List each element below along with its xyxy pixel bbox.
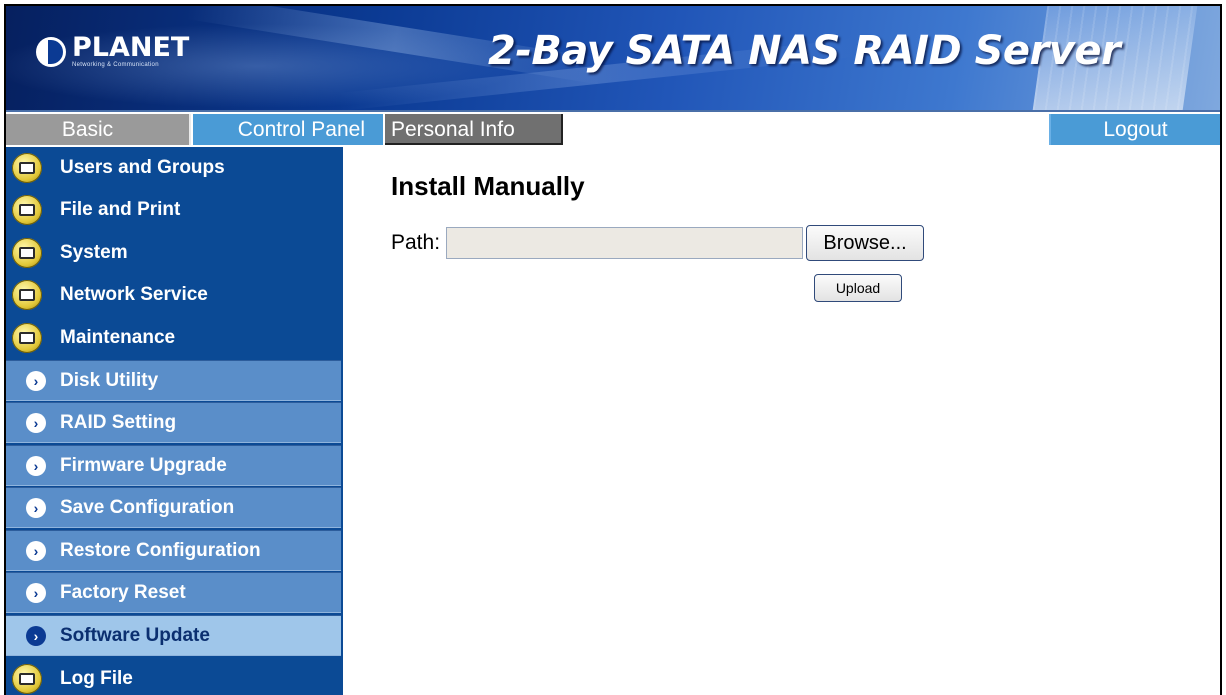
- chevron-right-icon: ›: [26, 455, 46, 476]
- logout-button[interactable]: Logout: [1049, 114, 1220, 145]
- sidebar-item-label: RAID Setting: [60, 411, 177, 433]
- sidebar-item-log-file[interactable]: Log File: [6, 658, 341, 695]
- sidebar-item-label: Save Configuration: [60, 496, 235, 518]
- sidebar-item-label: Factory Reset: [60, 581, 186, 603]
- sidebar-item-network-service[interactable]: Network Service: [6, 274, 341, 315]
- path-row: Path: Browse...: [391, 225, 925, 261]
- browse-button[interactable]: Browse...: [806, 225, 925, 261]
- sidebar-item-disk-utility[interactable]: › Disk Utility: [6, 360, 341, 401]
- top-tab-bar: Basic Control Panel Personal Info Logout: [6, 110, 1220, 145]
- sidebar-item-label: Network Service: [60, 283, 208, 305]
- sidebar-item-restore-configuration[interactable]: › Restore Configuration: [6, 530, 341, 571]
- sidebar-item-label: File and Print: [60, 198, 181, 220]
- sidebar-item-label: Maintenance: [60, 326, 176, 348]
- sidebar-item-firmware-upgrade[interactable]: › Firmware Upgrade: [6, 445, 341, 486]
- path-label: Path:: [391, 231, 441, 254]
- sidebar-item-save-configuration[interactable]: › Save Configuration: [6, 487, 341, 528]
- sidebar-item-label: Disk Utility: [60, 369, 159, 391]
- tab-basic[interactable]: Basic: [6, 114, 191, 145]
- folder-icon: [12, 663, 42, 694]
- folder-icon: [12, 194, 42, 225]
- chevron-right-icon: ›: [26, 370, 46, 391]
- logo-name: PLANET: [72, 32, 190, 63]
- sidebar-item-file-and-print[interactable]: File and Print: [6, 189, 341, 230]
- sidebar-item-users-and-groups[interactable]: Users and Groups: [6, 147, 341, 188]
- planet-logo-icon: [36, 36, 66, 67]
- sidebar-menu: Users and Groups File and Print System N…: [6, 147, 343, 695]
- sidebar-item-raid-setting[interactable]: › RAID Setting: [6, 402, 341, 443]
- main-content: Install Manually Path: Browse... Upload: [391, 171, 925, 302]
- sidebar-item-label: Users and Groups: [60, 156, 225, 178]
- chevron-right-icon: ›: [26, 625, 46, 646]
- sidebar-item-label: Firmware Upgrade: [60, 454, 227, 476]
- logo-tagline: Networking & Communication: [72, 62, 159, 68]
- sidebar-item-label: Software Update: [60, 624, 210, 646]
- tab-personal-info[interactable]: Personal Info: [385, 114, 563, 145]
- sidebar-item-label: System: [60, 241, 128, 263]
- path-input[interactable]: [446, 227, 804, 259]
- chevron-right-icon: ›: [26, 412, 46, 433]
- header-banner: PLANET Networking & Communication 2-Bay …: [6, 6, 1220, 110]
- chevron-right-icon: ›: [26, 497, 46, 518]
- folder-icon: [12, 237, 42, 268]
- planet-logo: PLANET Networking & Communication: [36, 34, 189, 69]
- folder-icon: [12, 322, 42, 353]
- product-title: 2-Bay SATA NAS RAID Server: [488, 28, 1121, 74]
- sidebar-item-factory-reset[interactable]: › Factory Reset: [6, 572, 341, 613]
- sidebar-item-system[interactable]: System: [6, 232, 341, 273]
- folder-icon: [12, 279, 42, 310]
- app-frame: PLANET Networking & Communication 2-Bay …: [4, 4, 1222, 695]
- sidebar-item-label: Restore Configuration: [60, 539, 261, 561]
- chevron-right-icon: ›: [26, 540, 46, 561]
- folder-icon: [12, 152, 42, 183]
- sidebar-item-software-update[interactable]: › Software Update: [6, 615, 341, 656]
- tab-control-panel[interactable]: Control Panel: [193, 114, 383, 145]
- sidebar-item-maintenance[interactable]: Maintenance: [6, 317, 341, 358]
- chevron-right-icon: ›: [26, 582, 46, 603]
- page-title: Install Manually: [391, 171, 585, 201]
- upload-button[interactable]: Upload: [814, 274, 902, 302]
- sidebar-item-label: Log File: [60, 667, 133, 689]
